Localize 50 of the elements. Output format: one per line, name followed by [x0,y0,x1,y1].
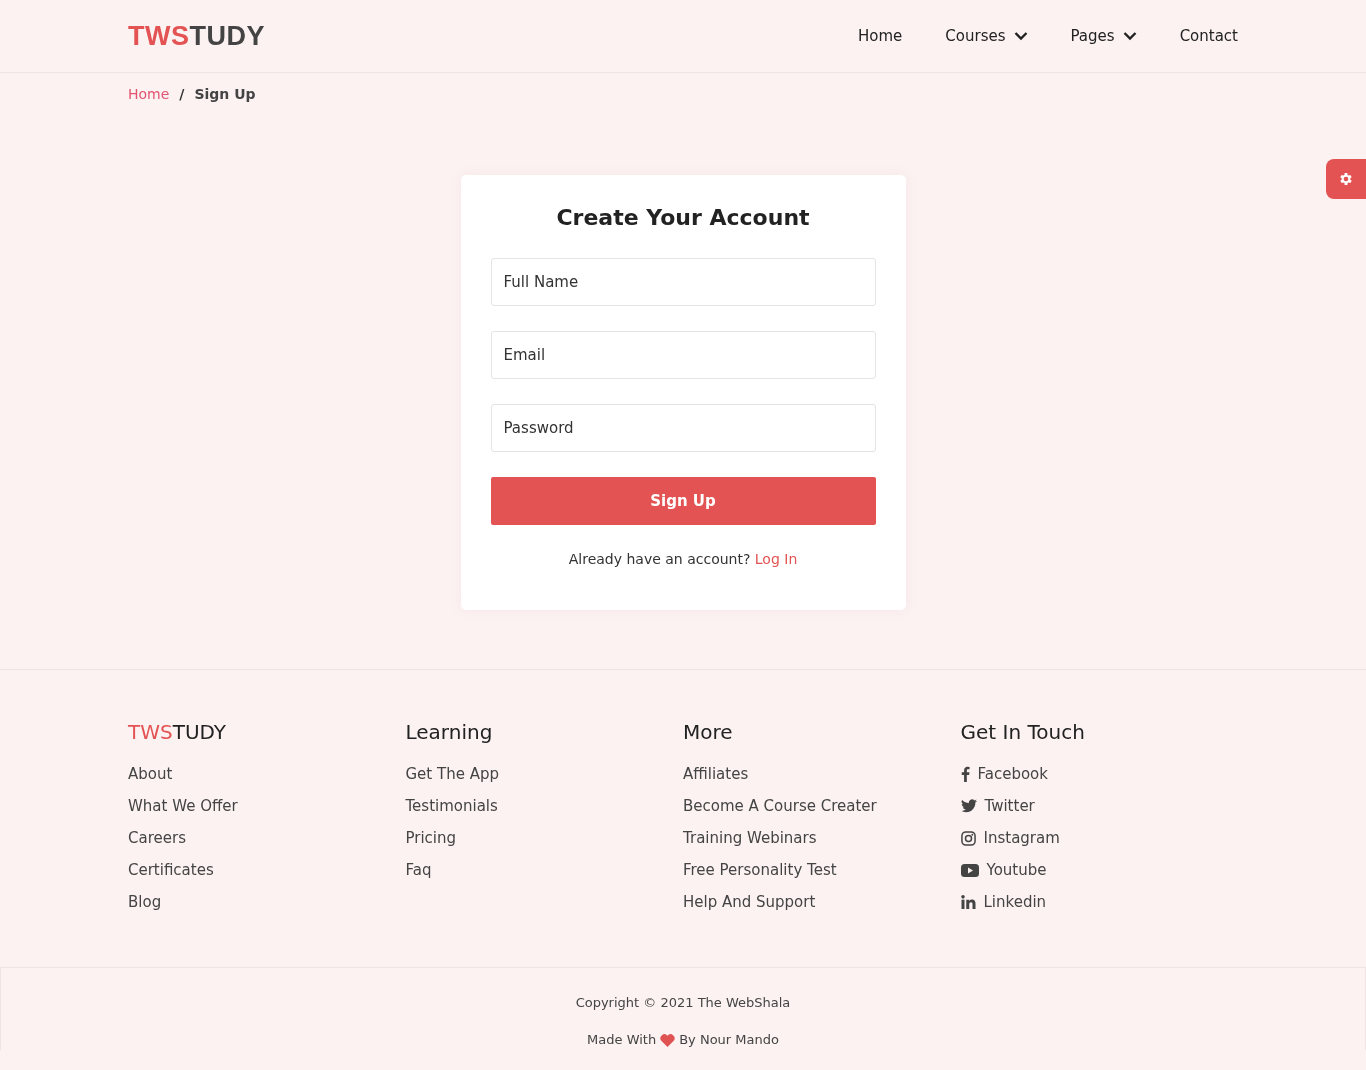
footer-link[interactable]: Blog [128,886,406,918]
nav-link[interactable]: Home [858,27,903,45]
sign-up-button[interactable]: Sign Up [490,477,876,525]
nav-link[interactable]: Pages [1070,27,1137,45]
footer-link[interactable]: Pricing [405,822,683,854]
footer-link[interactable]: About [128,758,406,790]
copyright-text: Copyright © 2021 The WebShala [574,994,792,1012]
input-field[interactable]: Email [490,331,876,379]
input-field[interactable]: Full Name [490,258,876,306]
nav-link[interactable]: Contact [1179,27,1238,45]
footer-heading: Get In Touch [960,720,1086,744]
social-link[interactable]: Youtube [986,854,1047,886]
chevron-down-icon [1122,31,1137,41]
footer-link[interactable]: Certificates [128,854,406,886]
social-link[interactable]: Instagram [983,822,1060,854]
footer-link[interactable]: Affiliates [683,758,961,790]
heart-icon [660,1033,676,1047]
footer-link[interactable]: Training Webinars [683,822,961,854]
settings-icon [1338,171,1354,187]
instagram-icon [960,830,976,846]
login-link[interactable]: Log In [754,551,798,567]
settings-button[interactable] [1326,159,1366,199]
footer-link[interactable]: Become A Course Creater [683,790,961,822]
breadcrumb-link[interactable]: Sign Up [194,86,256,102]
chevron-down-icon [1013,31,1028,41]
footer-link[interactable]: Help And Support [683,886,961,918]
footer-link[interactable]: What We Offer [128,790,406,822]
site-logo[interactable]: TWSTUDY [128,20,265,52]
social-link[interactable]: Linkedin [983,886,1047,918]
footer-link[interactable]: Careers [128,822,406,854]
footer-heading: Learning [405,720,494,744]
linkedin-icon [960,895,976,909]
breadcrumb-separator: / [179,86,185,102]
twitter-icon [960,799,977,813]
input-field[interactable]: Password [490,404,876,452]
footer-link[interactable]: Faq [405,854,683,886]
footer-link[interactable]: Get The App [405,758,683,790]
footer-heading: More [683,720,734,744]
footer-brand: TWSTUDY [128,720,228,744]
footer-link[interactable]: Free Personality Test [683,854,961,886]
author-text: By Nour Mando [679,1031,779,1049]
facebook-icon [960,766,970,782]
footer-link[interactable]: Testimonials [405,790,683,822]
form-title: Create Your Account [555,205,811,230]
login-prompt: Already have an account? [568,551,751,567]
made-with-text: Made With [587,1031,657,1049]
social-link[interactable]: Twitter [984,790,1035,822]
social-link[interactable]: Facebook [977,758,1048,790]
nav-link[interactable]: Courses [945,27,1028,45]
video-play-icon [960,863,979,877]
